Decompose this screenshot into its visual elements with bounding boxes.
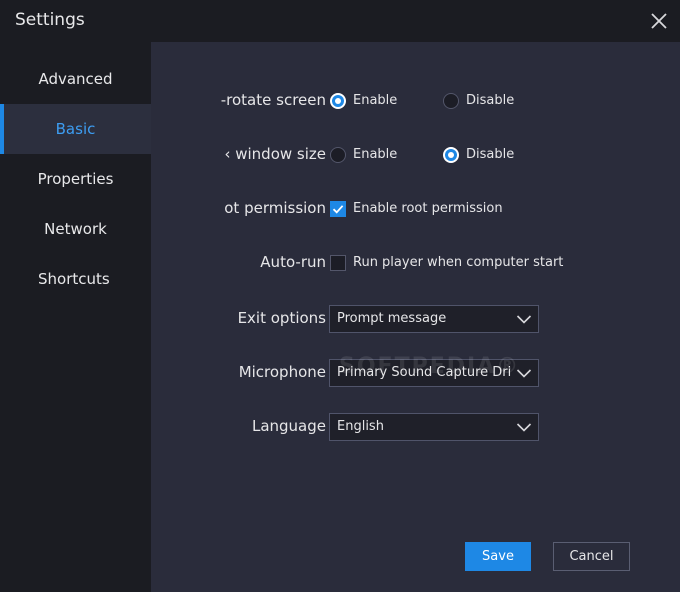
auto-rotate-enable-radio[interactable] [330,93,346,109]
save-button[interactable]: Save [465,542,531,571]
title-bar: Settings [0,0,680,42]
lock-window-disable-radio[interactable] [443,147,459,163]
window-title: Settings [15,10,85,30]
sidebar-item-label: Properties [37,170,114,188]
exit-options-label: Exit options [237,309,326,327]
lock-window-label: ‹ window size [224,145,326,163]
sidebar-item-shortcuts[interactable]: Shortcuts [0,254,151,304]
language-value: English [337,419,384,434]
microphone-label-wrap: Microphone [196,361,326,385]
language-label: Language [251,417,326,435]
settings-panel: -rotate screen Enable Disable ‹ window s… [151,42,680,592]
auto-rotate-label: -rotate screen [220,91,326,109]
auto-rotate-enable-label: Enable [353,93,398,108]
auto-rotate-disable-label: Disable [466,93,515,108]
sidebar-item-label: Advanced [38,70,113,88]
microphone-label: Microphone [238,363,326,381]
root-permission-option-label: Enable root permission [353,201,503,216]
sidebar-item-label: Basic [55,120,96,138]
sidebar-item-label: Network [44,220,107,238]
sidebar-item-advanced[interactable]: Advanced [0,54,151,104]
exit-options-label-wrap: Exit options [196,307,326,331]
autorun-option-label: Run player when computer start [353,255,564,270]
auto-rotate-disable-radio[interactable] [443,93,459,109]
sidebar-item-label: Shortcuts [38,270,110,288]
root-label-wrap: ot permission [196,197,326,221]
auto-rotate-label-wrap: -rotate screen [196,89,326,113]
checkmark-icon [332,205,344,214]
sidebar-item-properties[interactable]: Properties [0,154,151,204]
root-permission-label: ot permission [224,199,326,217]
autorun-label-wrap: Auto-run [196,251,326,275]
cancel-button[interactable]: Cancel [553,542,630,571]
chevron-down-icon [516,423,532,432]
chevron-down-icon [516,315,532,324]
close-button[interactable] [646,8,672,34]
close-icon [651,13,667,29]
exit-options-select[interactable]: Prompt message [329,305,539,333]
autorun-label: Auto-run [260,253,326,271]
lock-window-enable-radio[interactable] [330,147,346,163]
autorun-checkbox[interactable] [330,255,346,271]
exit-options-value: Prompt message [337,311,447,326]
lock-window-label-wrap: ‹ window size [196,143,326,167]
language-label-wrap: Language [196,415,326,439]
lock-window-enable-label: Enable [353,147,398,162]
root-permission-checkbox[interactable] [330,201,346,217]
sidebar: Advanced Basic Properties Network Shortc… [0,42,151,592]
sidebar-item-basic[interactable]: Basic [0,104,151,154]
sidebar-item-network[interactable]: Network [0,204,151,254]
lock-window-disable-label: Disable [466,147,515,162]
watermark: SOFTPEDIA® [339,354,521,379]
language-select[interactable]: English [329,413,539,441]
